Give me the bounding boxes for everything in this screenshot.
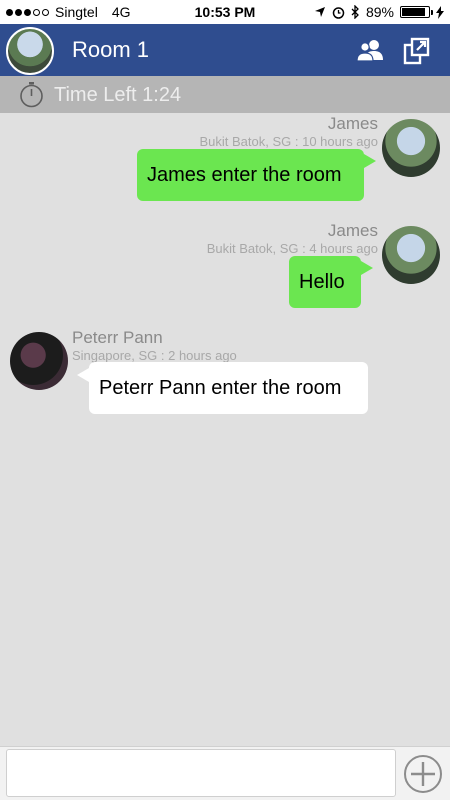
stopwatch-icon — [20, 82, 43, 108]
status-right: 89% — [314, 4, 444, 20]
chat-list[interactable]: James Bukit Batok, SG : 10 hours ago Jam… — [0, 113, 450, 746]
sender-name: Peterr Pann — [72, 328, 163, 347]
input-bar — [0, 746, 450, 800]
message-meta: Bukit Batok, SG : 4 hours ago — [206, 241, 378, 256]
sender-name: James — [327, 221, 378, 240]
message-meta: Singapore, SG : 2 hours ago — [72, 348, 237, 363]
message-bubble[interactable]: James enter the room — [137, 149, 364, 201]
avatar[interactable] — [10, 332, 68, 390]
message-input[interactable] — [6, 749, 396, 797]
message-bubble[interactable]: Peterr Pann enter the room — [89, 362, 368, 414]
bubble-tail — [364, 154, 376, 168]
people-icon[interactable] — [355, 36, 385, 66]
share-icon[interactable] — [402, 36, 432, 66]
charging-bolt-icon — [436, 5, 444, 19]
room-avatar[interactable] — [6, 27, 54, 75]
battery-icon — [400, 6, 433, 18]
avatar[interactable] — [382, 226, 440, 284]
bubble-tail — [361, 261, 373, 275]
bubble-tail — [77, 368, 89, 382]
time-left-label: Time Left 1:24 — [54, 84, 182, 106]
message-meta: Bukit Batok, SG : 10 hours ago — [199, 134, 379, 149]
alarm-icon — [332, 6, 345, 19]
plus-circle-icon[interactable] — [403, 754, 443, 794]
battery-percent: 89% — [365, 4, 394, 20]
status-bar: Singtel 4G 10:53 PM 89% — [0, 0, 450, 24]
message-bubble[interactable]: Hello — [289, 256, 361, 308]
chat-header: Room 1 — [0, 24, 450, 76]
bluetooth-icon — [351, 5, 359, 19]
location-arrow-icon — [314, 7, 325, 17]
avatar[interactable] — [382, 119, 440, 177]
page-title: Room 1 — [72, 37, 150, 62]
timer-bar: Time Left 1:24 — [0, 76, 450, 113]
sender-name: James — [327, 114, 378, 133]
